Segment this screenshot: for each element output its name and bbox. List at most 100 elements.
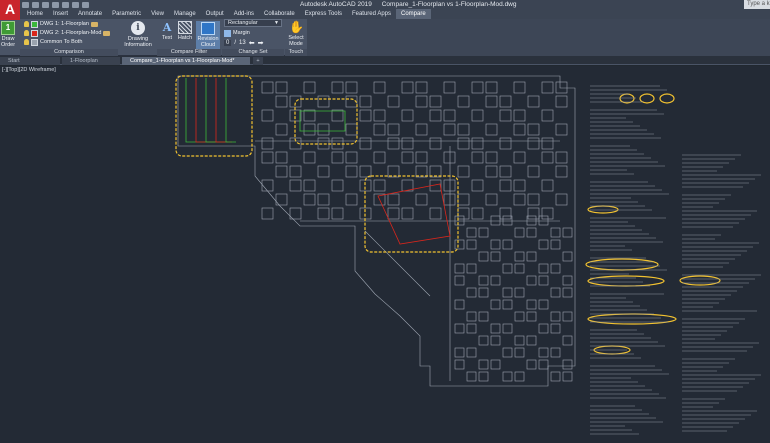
print-icon[interactable] [62,1,69,8]
cloud-shape-dropdown[interactable]: Rectangular ▼ [224,19,282,27]
doc-tab-compare[interactable]: Compare_1-Floorplan vs 1-Floorplan-Mod* [122,57,250,65]
room [499,165,512,178]
room [485,193,498,206]
room [526,275,537,286]
room [485,151,498,164]
autocad-window: Autodesk AutoCAD 2019 Compare_1-Floorpla… [0,0,770,443]
room [401,109,414,122]
room [471,137,484,150]
floorplan-drawing [175,75,761,435]
room [513,123,526,136]
room [502,323,513,334]
search-input[interactable]: Type a k [744,0,770,9]
visibility-bulb-icon[interactable] [24,30,29,36]
room [538,215,549,226]
previous-change-arrow-icon[interactable]: ⬅ [249,39,255,47]
common-color-swatch[interactable] [31,38,38,46]
hatch-filter-button[interactable]: Hatch [177,21,193,41]
dwg2-row[interactable]: DWG 2: 1-Floorplan-Mod [24,29,111,37]
tab-express-tools[interactable]: Express Tools [300,9,347,19]
room [490,215,501,226]
text-filter-button[interactable]: A Text [159,21,175,42]
tab-compare[interactable]: Compare [396,9,431,19]
doc-tab-floorplan[interactable]: 1-Floorplan [62,57,120,65]
room [526,311,537,322]
room [387,95,400,108]
revision-cloud [619,93,635,104]
tab-manage[interactable]: Manage [169,9,201,19]
tab-parametric[interactable]: Parametric [107,9,146,19]
room [555,81,568,94]
draw-order-button[interactable]: 1 Draw Order [1,21,15,48]
room [457,137,470,150]
room [303,151,316,164]
doc-tab-start[interactable]: Start [0,57,60,65]
room [485,95,498,108]
room [387,137,400,150]
change-set-navigator: 0 / 13 ⬅ ➡ [224,39,263,47]
room [466,227,477,238]
tab-output[interactable]: Output [201,9,229,19]
room [275,123,288,136]
revision-cloud-button[interactable]: Revision Cloud [196,21,220,49]
room [550,311,561,322]
drawing-viewport[interactable]: [-][Top][2D Wireframe] [0,66,770,443]
tab-annotate[interactable]: Annotate [73,9,107,19]
open-file-icon[interactable] [32,1,39,8]
room [317,207,330,220]
room [513,179,526,192]
folder-icon[interactable] [90,21,98,27]
room [387,165,400,178]
next-change-arrow-icon[interactable]: ➡ [258,39,264,47]
common-row[interactable]: Common To Both [24,38,82,46]
room [527,193,540,206]
tab-collaborate[interactable]: Collaborate [259,9,300,19]
room [478,335,489,346]
save-icon[interactable] [42,1,49,8]
folder-icon[interactable] [103,30,111,36]
room [359,165,372,178]
visibility-bulb-icon[interactable] [24,21,29,27]
tab-view[interactable]: View [146,9,169,19]
autocad-logo-icon[interactable]: A [0,0,20,20]
room [345,81,358,94]
room [538,359,549,370]
room [541,137,554,150]
tab-insert[interactable]: Insert [48,9,73,19]
room [502,347,513,358]
room [478,359,489,370]
room [527,137,540,150]
room [550,239,561,250]
save-as-icon[interactable] [52,1,59,8]
room [373,123,386,136]
room [454,359,465,370]
drawing-information-button[interactable]: i Drawing Information [121,21,155,48]
room [541,207,554,220]
room [514,287,525,298]
document-tab-bar: Start 1-Floorplan Compare_1-Floorplan vs… [0,56,770,65]
margin-control[interactable]: Margin [224,29,250,37]
redo-icon[interactable] [82,1,89,8]
room [526,227,537,238]
revision-cloud [585,258,659,271]
new-file-icon[interactable] [22,1,29,8]
room [457,95,470,108]
room [562,287,573,298]
select-mode-button[interactable]: ✋ Select Mode [285,20,307,47]
tab-add-ins[interactable]: Add-ins [229,9,259,19]
dwg2-color-swatch[interactable] [31,29,38,37]
dwg1-row[interactable]: DWG 1: 1-Floorplan [24,20,98,28]
room [457,123,470,136]
room [373,179,386,192]
tab-home[interactable]: Home [22,9,48,19]
undo-icon[interactable] [72,1,79,8]
room [415,95,428,108]
total-changes: 13 [239,40,246,46]
room [499,95,512,108]
visibility-bulb-icon[interactable] [24,39,29,45]
dwg1-color-swatch[interactable] [31,20,38,28]
new-tab-plus-icon[interactable]: + [253,57,263,65]
tab-featured-apps[interactable]: Featured Apps [347,9,396,19]
room [466,371,477,382]
changed-linework [215,78,232,143]
